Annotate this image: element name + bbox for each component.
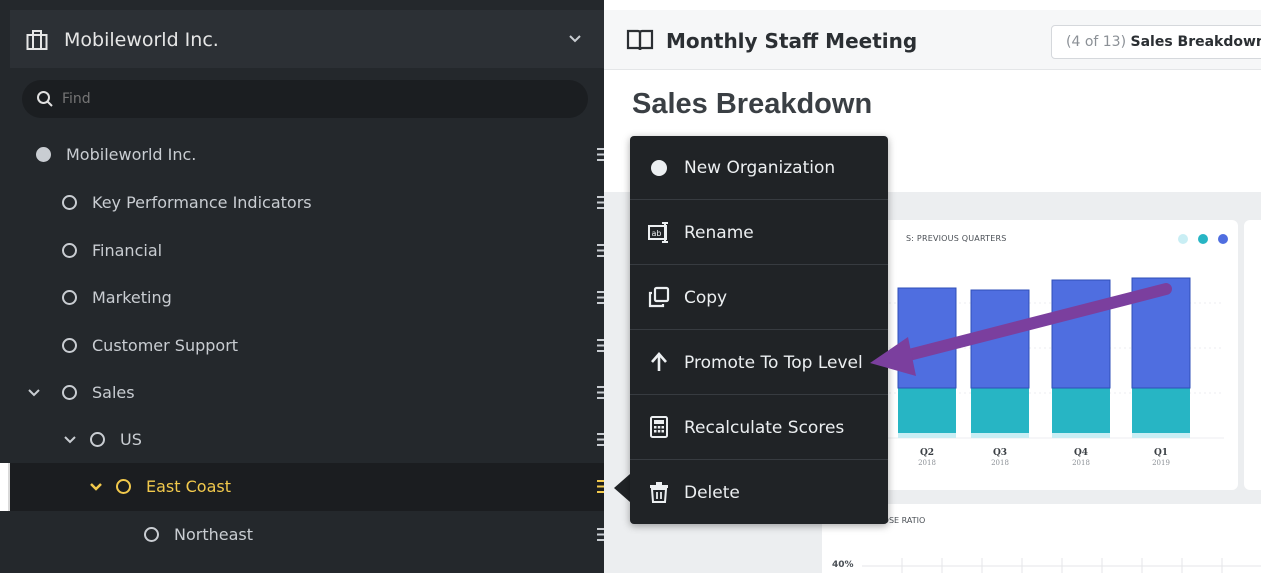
bar-segment (1131, 277, 1191, 389)
menu-item-recalculate[interactable]: Recalculate Scores (630, 396, 888, 460)
node-icon (62, 195, 77, 210)
slide-count: (4 of 13) (1066, 34, 1127, 50)
tree-item-label: East Coast (146, 477, 231, 496)
node-icon (36, 147, 51, 162)
bar-segment (898, 433, 956, 438)
tree-item-customer-support[interactable]: Customer Support (10, 322, 604, 370)
search-input[interactable] (62, 88, 562, 110)
chevron-down-icon[interactable] (64, 434, 76, 446)
menu-handle-icon[interactable] (597, 528, 604, 541)
slide-selector[interactable]: (4 of 13) Sales Breakdown (1051, 25, 1261, 59)
menu-item-label: Promote To Top Level (684, 353, 863, 373)
tree-item-label: Key Performance Indicators (92, 193, 312, 212)
tree-item-label: Marketing (92, 288, 172, 307)
node-icon (62, 243, 77, 258)
org-name: Mobileworld Inc. (64, 29, 219, 51)
trash-icon (650, 482, 668, 503)
chevron-down-icon[interactable] (28, 387, 40, 399)
copy-icon (648, 286, 670, 308)
menu-handle-icon[interactable] (597, 386, 604, 399)
node-icon (62, 338, 77, 353)
book-icon (626, 29, 654, 51)
menu-item-promote[interactable]: Promote To Top Level (630, 331, 888, 395)
node-icon (62, 290, 77, 305)
tree-item-us[interactable]: US (10, 416, 604, 464)
close-ratio-tick: 40% (832, 560, 854, 570)
menu-item-label: New Organization (684, 158, 836, 178)
bar-segment (971, 433, 1029, 438)
menu-item-delete[interactable]: Delete (630, 461, 888, 525)
circle-icon (651, 160, 667, 176)
tree-item-label: Sales (92, 383, 135, 402)
tree-item-kpi[interactable]: Key Performance Indicators (10, 179, 604, 227)
menu-item-copy[interactable]: Copy (630, 266, 888, 330)
menu-handle-icon[interactable] (597, 244, 604, 257)
tree-item-label: US (120, 430, 142, 449)
tree-item-sales[interactable]: Sales (10, 369, 604, 417)
bar-segment (1132, 433, 1190, 438)
tree-item-northeast[interactable]: Northeast (10, 511, 604, 559)
bar-segment (970, 289, 1030, 389)
menu-handle-icon[interactable] (597, 148, 604, 161)
search-icon (37, 91, 53, 107)
context-menu: New Organization ab Rename Copy Promote … (630, 136, 888, 524)
search-box[interactable] (22, 80, 588, 118)
node-icon (90, 432, 105, 447)
menu-item-label: Copy (684, 288, 728, 308)
x-tick-sublabel: 2019 (1152, 459, 1170, 467)
menu-item-new-organization[interactable]: New Organization (630, 136, 888, 200)
menu-item-label: Recalculate Scores (684, 418, 845, 438)
x-tick-label: Q2 (920, 448, 934, 458)
node-icon (62, 385, 77, 400)
selection-indicator (0, 463, 10, 511)
tree-item-financial[interactable]: Financial (10, 227, 604, 275)
calculator-icon (650, 416, 668, 438)
bar-segment (898, 388, 956, 433)
node-icon (144, 527, 159, 542)
menu-item-rename[interactable]: ab Rename (630, 201, 888, 265)
top-bar: Monthly Staff Meeting (4 of 13) Sales Br… (604, 10, 1261, 70)
page-title: Sales Breakdown (632, 88, 873, 120)
menu-handle-icon[interactable] (597, 339, 604, 352)
tree-item-label: Northeast (174, 525, 254, 544)
bar-segment (971, 388, 1029, 433)
secondary-card (1244, 220, 1261, 490)
slide-name: Sales Breakdown (1130, 34, 1261, 50)
bar-segment (1052, 433, 1110, 438)
close-ratio-grid (862, 558, 1261, 573)
bar-segment (1052, 388, 1110, 433)
x-tick-label: Q1 (1154, 448, 1168, 458)
org-switcher[interactable]: Mobileworld Inc. (10, 10, 604, 68)
bar-segment (1132, 388, 1190, 433)
menu-item-label: Delete (684, 483, 740, 503)
menu-handle-icon[interactable] (597, 291, 604, 304)
x-tick-sublabel: 2018 (1072, 459, 1090, 467)
sidebar: Mobileworld Inc. Mobileworld Inc. Key Pe… (0, 0, 604, 573)
bar-segment (1051, 279, 1111, 389)
x-tick-label: Q3 (993, 448, 1007, 458)
x-tick-label: Q4 (1074, 448, 1088, 458)
rename-icon: ab (648, 222, 668, 243)
chevron-down-icon[interactable] (568, 34, 582, 44)
tree-item-east-coast[interactable]: East Coast (10, 463, 604, 511)
menu-handle-icon[interactable] (597, 480, 604, 493)
node-icon (116, 479, 131, 494)
tree-item-mobileworld[interactable]: Mobileworld Inc. (10, 131, 604, 179)
tree-item-label: Mobileworld Inc. (66, 145, 197, 164)
tree-item-marketing[interactable]: Marketing (10, 274, 604, 322)
arrow-up-icon (651, 352, 667, 371)
chevron-down-icon[interactable] (90, 481, 102, 493)
x-tick-sublabel: 2018 (991, 459, 1009, 467)
briefcase-icon (26, 30, 48, 50)
menu-handle-icon[interactable] (597, 196, 604, 209)
x-tick-sublabel: 2018 (918, 459, 936, 467)
tree-item-label: Customer Support (92, 336, 239, 355)
tree-item-label: Financial (92, 241, 163, 260)
context-menu-pointer (614, 474, 630, 502)
bar-segment (897, 287, 957, 389)
menu-item-label: Rename (684, 223, 754, 243)
meeting-title: Monthly Staff Meeting (666, 29, 918, 53)
menu-handle-icon[interactable] (597, 433, 604, 446)
svg-text:ab: ab (652, 229, 662, 238)
